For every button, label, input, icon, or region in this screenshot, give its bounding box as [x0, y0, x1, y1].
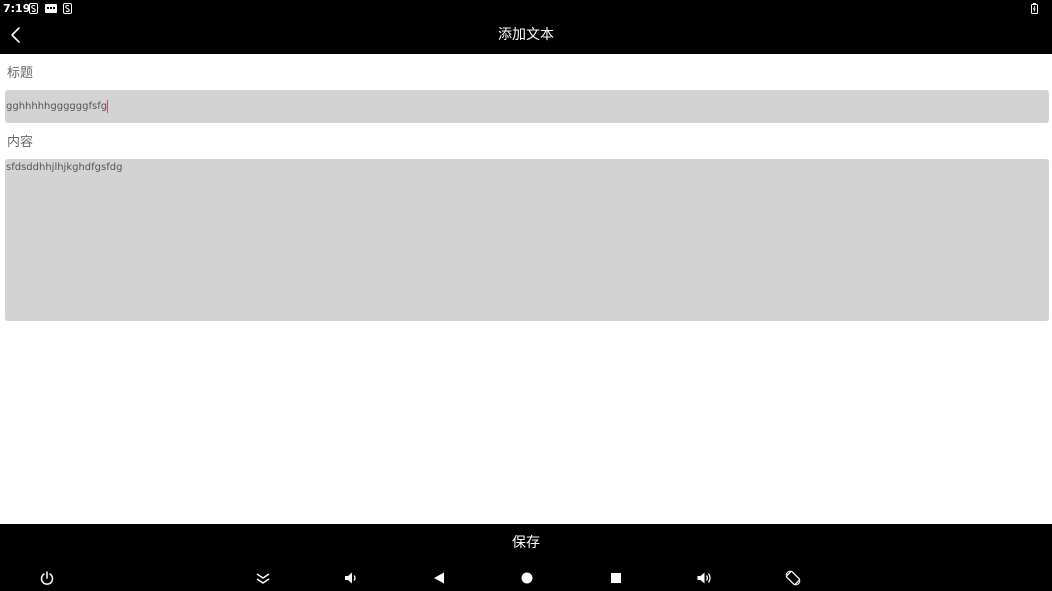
nav-bar	[0, 562, 1052, 591]
recents-square-icon	[611, 573, 621, 583]
status-time: 7:19	[3, 2, 31, 15]
sim-s-icon-2	[63, 3, 72, 14]
content-label: 内容	[7, 135, 34, 150]
sim-s-icon	[29, 3, 38, 14]
title-label: 标题	[7, 66, 34, 81]
power-button[interactable]	[39, 570, 55, 586]
title-bar: 添加文本	[0, 17, 1052, 54]
screen: 7:19 添加文本 标题 gghhhhhggggggfsfg 内容 sfdsdd…	[0, 0, 1052, 591]
title-input-value: gghhhhhggggggfsfg	[6, 101, 108, 112]
home-button[interactable]	[519, 570, 535, 586]
home-circle-icon	[521, 572, 533, 584]
back-triangle-icon	[434, 572, 444, 584]
volume-down-button[interactable]	[343, 570, 359, 586]
content-input-value: sfdsddhhjlhjkghdfgsfdg	[6, 162, 123, 173]
text-caret	[107, 99, 109, 113]
volume-up-icon	[697, 572, 711, 584]
save-button[interactable]: 保存	[0, 524, 1052, 562]
save-bar: 保存	[0, 524, 1052, 562]
rotate-button[interactable]	[785, 570, 801, 586]
back-button[interactable]	[6, 25, 26, 45]
rotate-icon	[785, 570, 801, 586]
chevron-left-icon	[11, 27, 20, 43]
power-icon	[40, 571, 54, 585]
volume-down-icon	[345, 572, 356, 584]
page-title: 添加文本	[498, 27, 554, 43]
status-bar: 7:19	[0, 0, 1052, 17]
volume-up-button[interactable]	[696, 570, 712, 586]
content-input[interactable]: sfdsddhhjlhjkghdfgsfdg	[5, 159, 1049, 321]
title-input[interactable]: gghhhhhggggggfsfg	[5, 90, 1049, 123]
recents-button[interactable]	[608, 570, 624, 586]
collapse-button[interactable]	[255, 570, 271, 586]
keyboard-icon	[45, 4, 57, 13]
collapse-icon	[256, 573, 270, 584]
battery-icon	[1031, 3, 1038, 14]
back-nav-button[interactable]	[431, 570, 447, 586]
